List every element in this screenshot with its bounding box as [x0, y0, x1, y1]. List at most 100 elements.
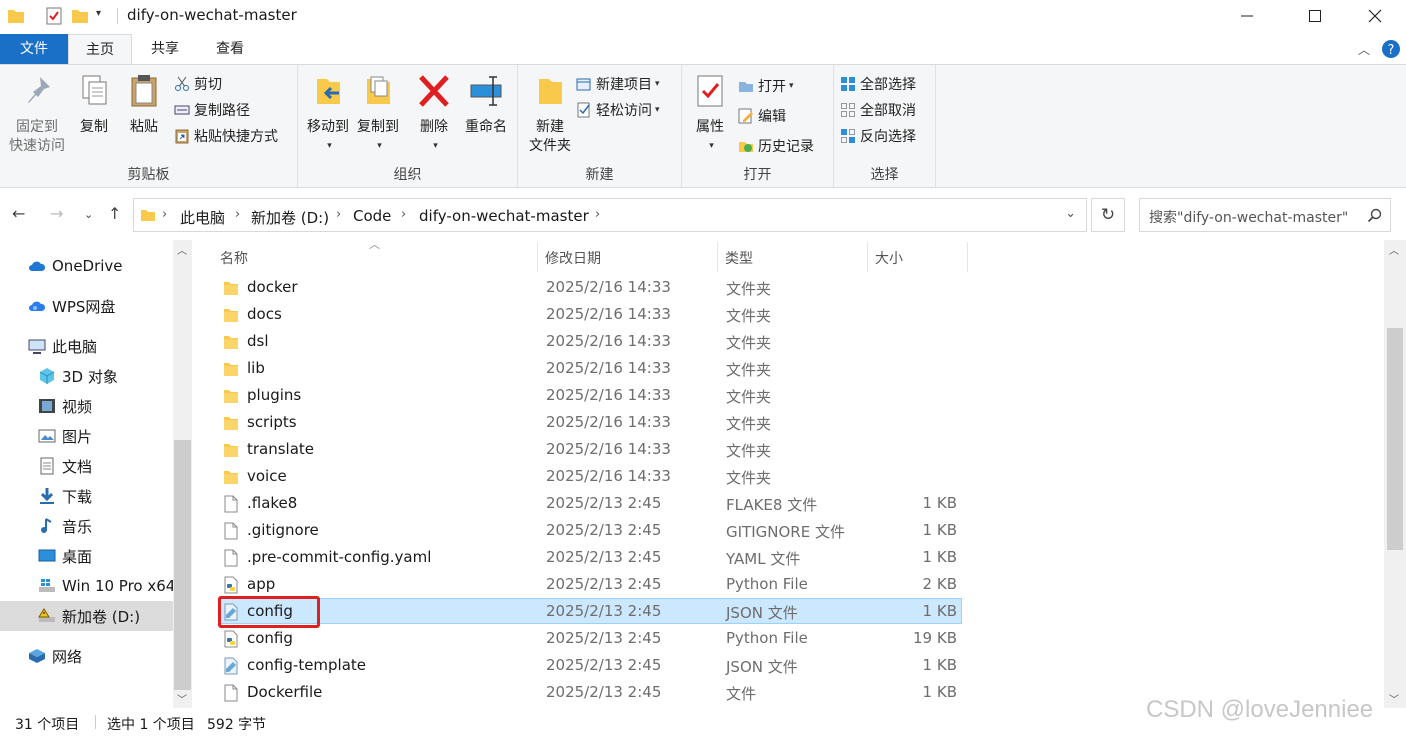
nav-item-onedrive[interactable]: OneDrive: [28, 251, 123, 281]
nav-item-network[interactable]: 网络: [28, 641, 82, 671]
rename-button[interactable]: 重命名: [458, 73, 514, 137]
file-row[interactable]: voice 2025/2/16 14:33 文件夹: [218, 463, 962, 489]
up-arrow-icon[interactable]: ↑: [108, 204, 121, 223]
file-row[interactable]: scripts 2025/2/16 14:33 文件夹: [218, 409, 962, 435]
column-divider[interactable]: [537, 242, 538, 272]
nav-item-desktop[interactable]: 桌面: [38, 541, 92, 571]
file-row[interactable]: config-template 2025/2/13 2:45 JSON 文件 1 KB: [218, 652, 962, 678]
properties-button[interactable]: 属性 ▾: [688, 73, 732, 156]
file-row[interactable]: translate 2025/2/16 14:33 文件夹: [218, 436, 962, 462]
maximize-button[interactable]: [1292, 0, 1338, 32]
edit-icon: [738, 108, 753, 124]
nav-item-3d-objects[interactable]: 3D 对象: [38, 361, 118, 391]
breadcrumb-separator-icon[interactable]: ›: [401, 207, 406, 222]
minimize-button[interactable]: [1224, 0, 1270, 32]
column-divider[interactable]: [717, 242, 718, 272]
history-icon: [739, 142, 753, 152]
folder-icon: [224, 444, 238, 457]
breadcrumb-separator-icon[interactable]: ›: [336, 207, 341, 222]
file-modified-date: 2025/2/13 2:45: [546, 548, 662, 566]
file-row[interactable]: config 2025/2/13 2:45 Python File 19 KB: [218, 625, 962, 651]
file-row[interactable]: lib 2025/2/16 14:33 文件夹: [218, 355, 962, 381]
select-none-button[interactable]: 全部取消: [840, 99, 916, 121]
easy-access-button[interactable]: 轻松访问 ▾: [576, 99, 660, 121]
nav-item-music[interactable]: 音乐: [38, 511, 92, 541]
properties-check-icon[interactable]: [44, 6, 64, 26]
file-row[interactable]: docker 2025/2/16 14:33 文件夹: [218, 274, 962, 300]
tab-view[interactable]: 查看: [198, 34, 262, 64]
file-row[interactable]: app 2025/2/13 2:45 Python File 2 KB: [218, 571, 962, 597]
refresh-button[interactable]: ↻: [1091, 198, 1125, 232]
file-row[interactable]: docs 2025/2/16 14:33 文件夹: [218, 301, 962, 327]
paste-shortcut-button[interactable]: 粘贴快捷方式: [174, 125, 278, 147]
open-button[interactable]: 打开 ▾: [738, 75, 794, 97]
cut-button[interactable]: 剪切: [174, 73, 222, 95]
address-history-chevron-icon[interactable]: ⌄: [1065, 206, 1076, 221]
forward-arrow-icon[interactable]: →: [50, 204, 63, 223]
back-arrow-icon[interactable]: ←: [12, 204, 25, 223]
collapse-ribbon-icon[interactable]: ︿: [1358, 41, 1370, 58]
search-input-placeholder[interactable]: 搜索"dify-on-wechat-master": [1149, 207, 1348, 227]
column-divider[interactable]: [867, 242, 868, 272]
pin-quick-access-button[interactable]: 固定到 快速访问: [4, 73, 70, 156]
file-row[interactable]: plugins 2025/2/16 14:33 文件夹: [218, 382, 962, 408]
breadcrumb-separator-icon[interactable]: ›: [235, 207, 240, 222]
file-row[interactable]: config 2025/2/13 2:45 JSON 文件 1 KB: [218, 598, 962, 624]
scroll-up-icon[interactable]: ︿: [177, 242, 187, 257]
nav-item-system-drive[interactable]: Win 10 Pro x64: [38, 571, 175, 601]
history-button[interactable]: 历史记录: [738, 135, 814, 157]
move-to-button[interactable]: 移动到 ▾: [302, 73, 354, 156]
file-list-scrollbar[interactable]: ︿ ﹀: [1384, 240, 1406, 708]
column-header-type[interactable]: 类型: [725, 248, 753, 268]
customize-quick-access-icon[interactable]: ▾: [96, 8, 101, 19]
delete-button[interactable]: 删除 ▾: [412, 73, 456, 156]
nav-item-documents[interactable]: 文档: [38, 451, 92, 481]
file-row[interactable]: dsl 2025/2/16 14:33 文件夹: [218, 328, 962, 354]
edit-button[interactable]: 编辑: [738, 105, 786, 127]
nav-item-pictures[interactable]: 图片: [38, 421, 92, 451]
address-bar[interactable]: › 此电脑 › 新加卷 (D:) › Code › dify-on-wechat…: [133, 198, 1087, 232]
file-row[interactable]: .gitignore 2025/2/13 2:45 GITIGNORE 文件 1 KB: [218, 517, 962, 543]
close-button[interactable]: [1352, 0, 1398, 32]
copy-path-button[interactable]: 复制路径: [174, 99, 250, 121]
breadcrumb-code[interactable]: Code: [353, 207, 391, 225]
invert-selection-button[interactable]: 反向选择: [840, 125, 916, 147]
tab-home[interactable]: 主页: [68, 34, 132, 64]
nav-item-this-pc[interactable]: 此电脑: [28, 331, 97, 361]
nav-item-videos[interactable]: 视频: [38, 391, 92, 421]
scroll-up-icon[interactable]: ︿: [1389, 242, 1399, 257]
help-icon[interactable]: ?: [1381, 39, 1401, 59]
file-row[interactable]: .pre-commit-config.yaml 2025/2/13 2:45 YAM…: [218, 544, 962, 570]
breadcrumb-this-pc[interactable]: 此电脑: [180, 207, 225, 228]
column-header-size[interactable]: 大小: [875, 248, 903, 268]
new-item-button[interactable]: 新建项目 ▾: [576, 73, 660, 95]
breadcrumb-separator-icon[interactable]: ›: [162, 207, 167, 222]
file-list-scrollbar-thumb[interactable]: [1387, 328, 1403, 550]
tab-file[interactable]: 文件: [0, 34, 68, 64]
file-row[interactable]: .flake8 2025/2/13 2:45 FLAKE8 文件 1 KB: [218, 490, 962, 516]
new-folder-button[interactable]: 新建 文件夹: [522, 73, 578, 156]
nav-item-wps[interactable]: WPS网盘: [28, 291, 115, 321]
scroll-down-icon[interactable]: ﹀: [177, 691, 187, 706]
column-divider[interactable]: [967, 242, 968, 272]
search-icon[interactable]: [1367, 208, 1382, 223]
copy-button[interactable]: 复制: [72, 73, 116, 137]
file-row[interactable]: Dockerfile 2025/2/13 2:45 文件 1 KB: [218, 679, 962, 705]
nav-item-drive-d[interactable]: 新加卷 (D:): [0, 601, 173, 631]
select-all-button[interactable]: 全部选择: [840, 73, 916, 95]
nav-scrollbar-thumb[interactable]: [174, 440, 191, 690]
recent-locations-chevron-icon[interactable]: ⌄: [84, 208, 93, 221]
paste-button[interactable]: 粘贴: [122, 73, 166, 137]
breadcrumb-drive-d[interactable]: 新加卷 (D:): [251, 207, 329, 228]
new-folder-quick-icon[interactable]: [70, 6, 90, 26]
column-header-date[interactable]: 修改日期: [545, 248, 601, 268]
tab-share[interactable]: 共享: [134, 34, 196, 64]
breadcrumb-separator-icon[interactable]: ›: [595, 207, 600, 222]
scroll-down-icon[interactable]: ﹀: [1389, 691, 1399, 706]
search-box[interactable]: 搜索"dify-on-wechat-master": [1139, 198, 1391, 232]
nav-scrollbar[interactable]: ︿ ﹀: [173, 240, 192, 708]
breadcrumb-current-folder[interactable]: dify-on-wechat-master: [419, 207, 589, 225]
nav-item-downloads[interactable]: 下载: [38, 481, 92, 511]
column-header-name[interactable]: 名称: [220, 248, 248, 268]
copy-to-button[interactable]: 复制到 ▾: [352, 73, 404, 156]
